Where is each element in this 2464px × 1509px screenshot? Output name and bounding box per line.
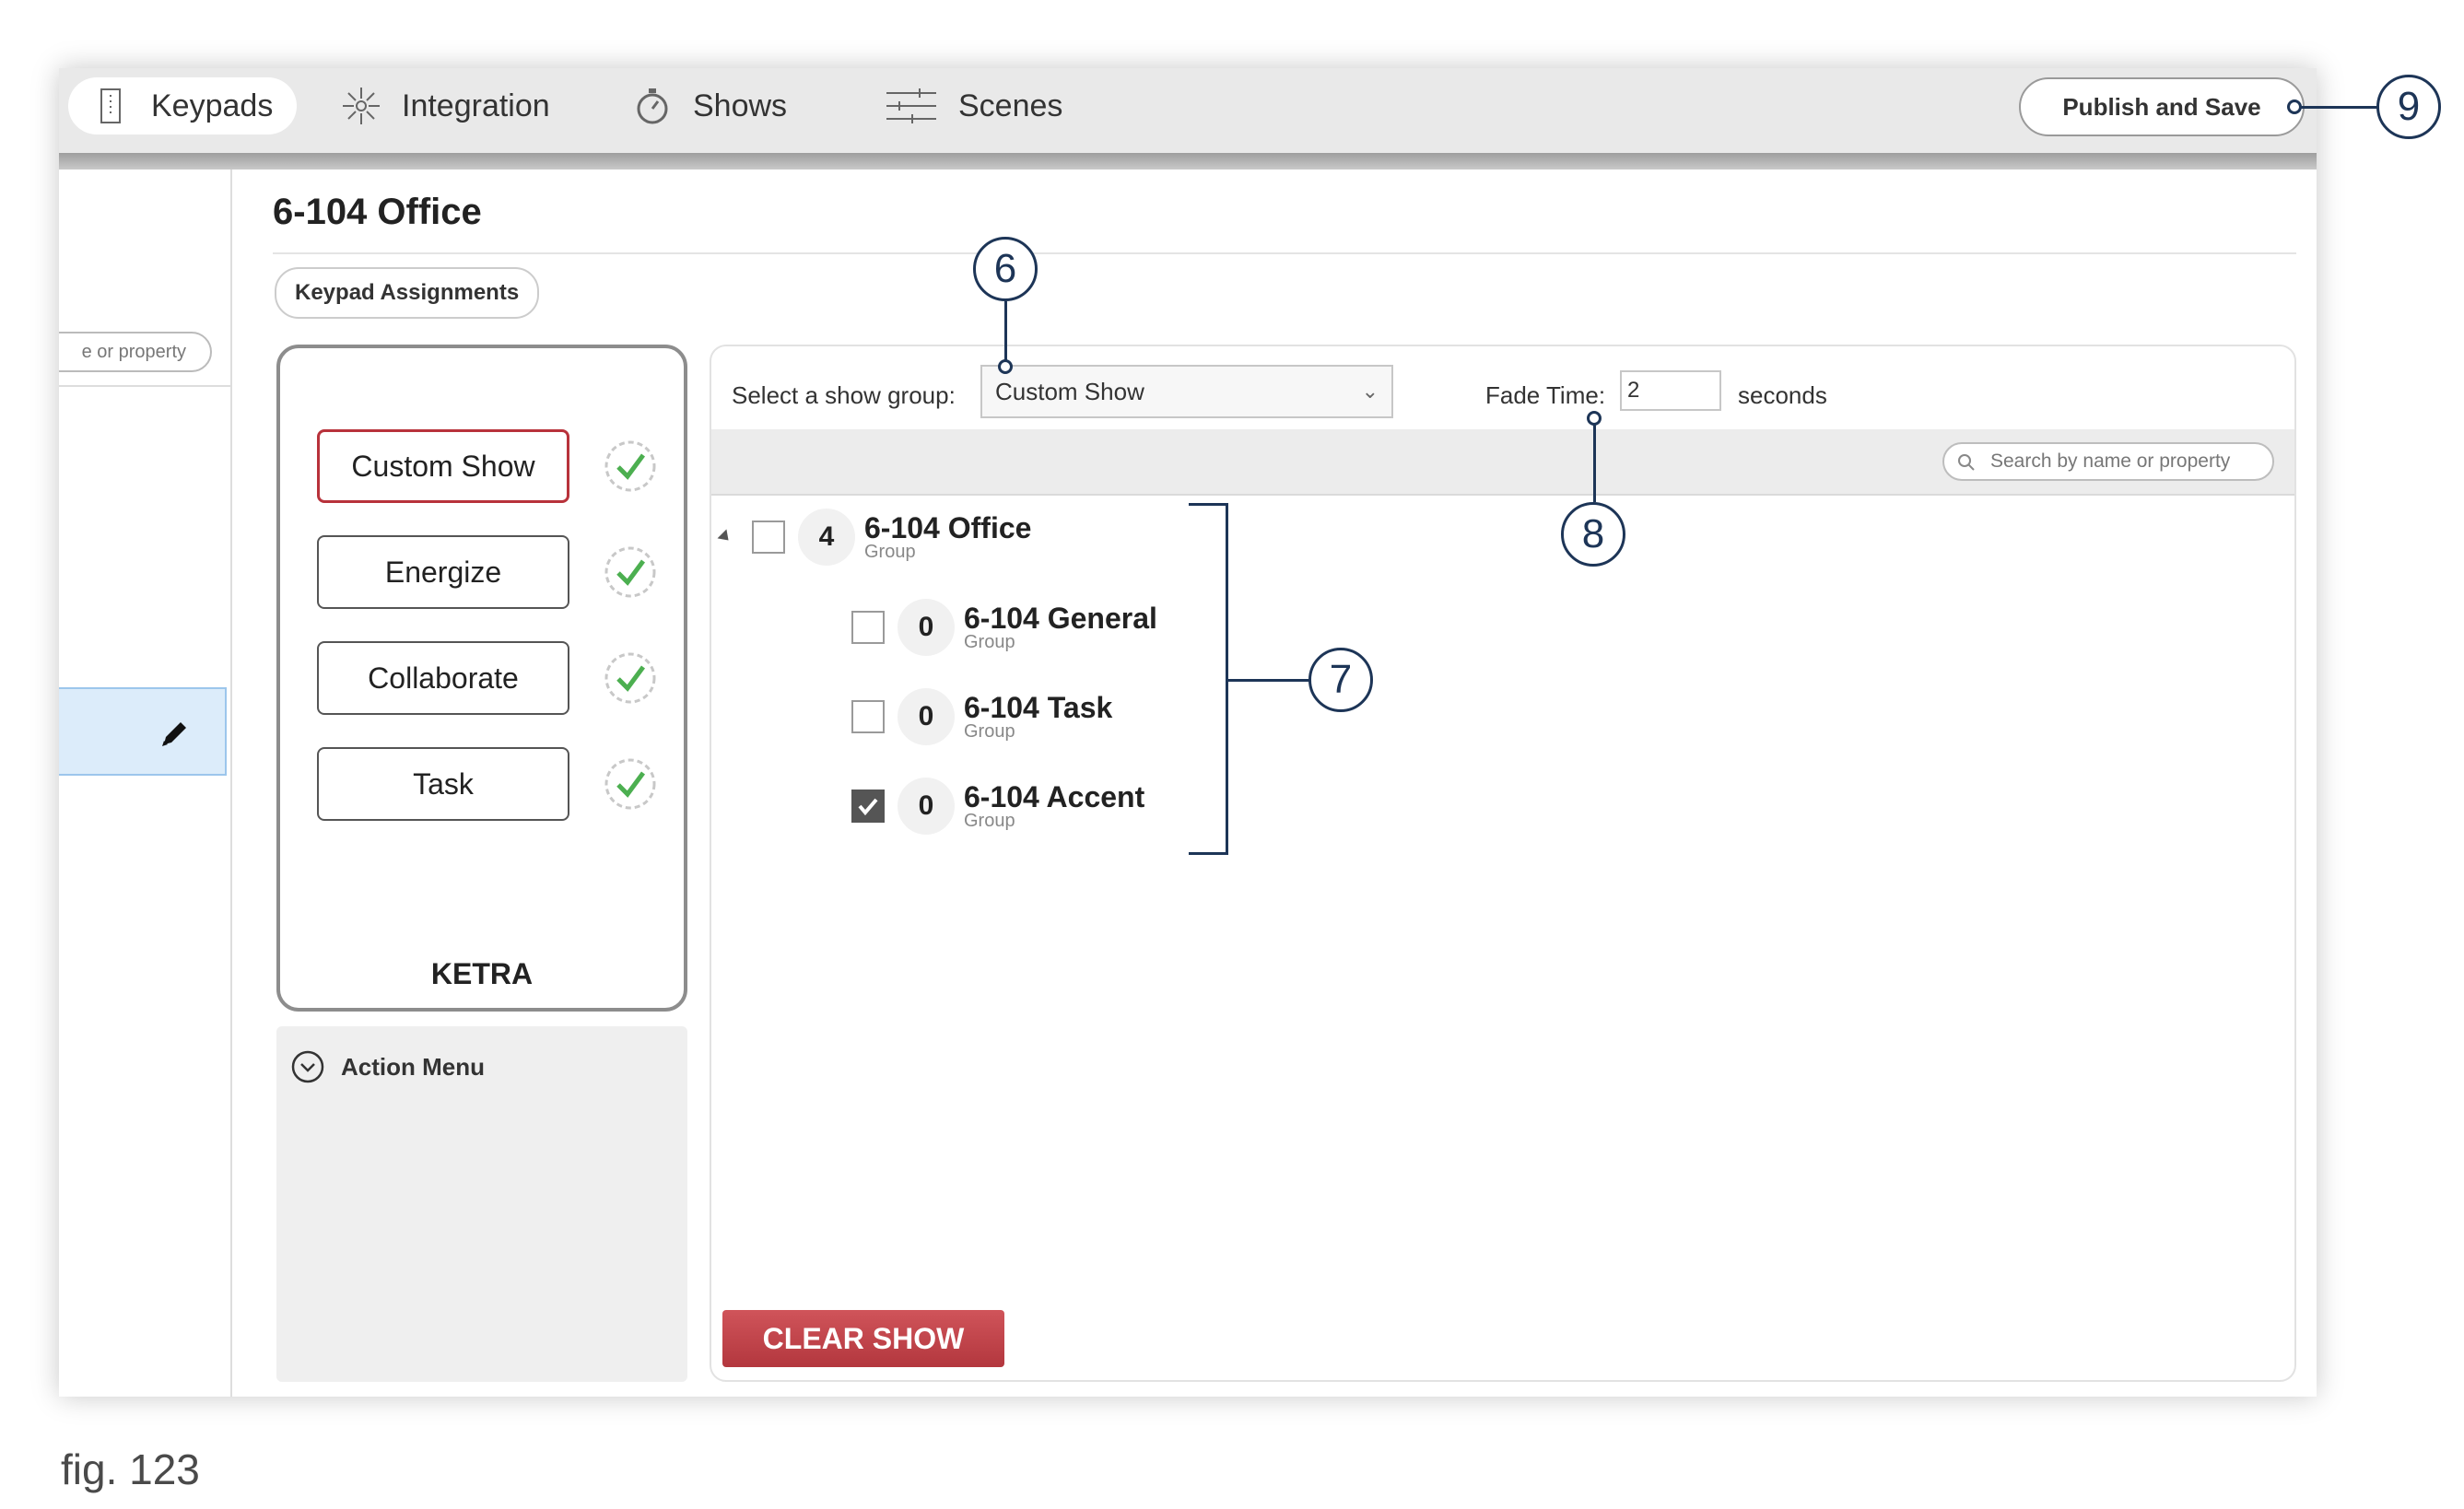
tree-row-accent[interactable]: 0 6-104 Accent Group: [851, 778, 1144, 835]
tab-shows[interactable]: Shows: [632, 77, 787, 135]
left-sidebar: e or property: [59, 170, 232, 1397]
show-group-select[interactable]: Custom Show ⌄: [980, 365, 1393, 418]
show-editor-panel: Select a show group: Custom Show ⌄ Fade …: [710, 345, 2296, 1382]
action-panel: Action Menu: [276, 1026, 687, 1382]
callout-6-anchor: [998, 359, 1013, 374]
tab-keypads[interactable]: Keypads: [68, 77, 298, 135]
tab-shows-label: Shows: [693, 88, 788, 123]
sidebar-divider: [59, 385, 230, 387]
fade-time-label: Fade Time:: [1485, 381, 1606, 409]
group-name: 6-104 Task: [964, 691, 1113, 724]
keypad-assignments-button[interactable]: Keypad Assignments: [275, 267, 540, 319]
figure-caption: fig. 123: [61, 1445, 200, 1493]
keypad-button-energize[interactable]: Energize: [317, 535, 569, 609]
checkmark-icon: [858, 798, 878, 816]
callout-7: 7: [1308, 648, 1373, 712]
keypad-button-collaborate[interactable]: Collaborate: [317, 641, 569, 715]
chevron-down-circle-icon: [291, 1050, 324, 1083]
page-title: 6-104 Office: [273, 192, 482, 232]
callout-7-bracket-bottom: [1189, 852, 1227, 855]
check-circle-icon: [604, 440, 656, 492]
callout-8: 8: [1561, 502, 1625, 567]
group-name: 6-104 General: [964, 602, 1157, 635]
callout-6: 6: [973, 237, 1038, 301]
search-placeholder: Search by name or property: [1990, 450, 2231, 472]
tab-integration-label: Integration: [402, 88, 550, 123]
search-toolbar: Search by name or property: [711, 429, 2294, 496]
group-name: 6-104 Accent: [964, 780, 1145, 813]
publish-and-save-button[interactable]: Publish and Save: [2019, 77, 2305, 136]
top-navigation: Keypads Integration Shows Scenes Publish…: [59, 68, 2317, 153]
show-group-value: Custom Show: [995, 377, 1144, 405]
check-circle-icon: [604, 652, 656, 704]
callout-7-leader: [1226, 679, 1310, 682]
group-search-input[interactable]: Search by name or property: [1942, 442, 2274, 481]
check-circle-icon: [604, 546, 656, 598]
callout-9: 9: [2376, 75, 2441, 139]
sidebar-selected-item[interactable]: [59, 687, 227, 776]
sliders-icon: [886, 88, 936, 123]
callout-7-bracket-top: [1189, 503, 1227, 506]
tree-row-task[interactable]: 0 6-104 Task Group: [851, 688, 1112, 745]
callout-9-leader: [2301, 106, 2378, 109]
expand-triangle-icon[interactable]: [717, 529, 733, 545]
group-checkbox-checked[interactable]: [851, 790, 885, 823]
keypad-button-custom-show[interactable]: Custom Show: [317, 429, 569, 503]
tab-scenes[interactable]: Scenes: [885, 77, 1062, 135]
callout-6-leader: [1004, 301, 1007, 366]
group-count-badge: 0: [898, 688, 955, 745]
group-type: Group: [964, 811, 1015, 831]
group-type: Group: [864, 542, 916, 562]
app-window: Keypads Integration Shows Scenes Publish…: [59, 68, 2317, 1397]
tab-keypads-label: Keypads: [151, 88, 274, 123]
keypad-preview: Custom Show Energize Collaborate Task KE…: [276, 345, 687, 1012]
group-type: Group: [964, 721, 1015, 742]
title-divider: [273, 252, 2296, 254]
clear-show-button[interactable]: CLEAR SHOW: [722, 1310, 1004, 1367]
group-count-badge: 0: [898, 599, 955, 656]
keypad-icon: [100, 88, 121, 123]
group-checkbox[interactable]: [851, 700, 885, 733]
integration-icon: [343, 88, 380, 124]
tree-row-general[interactable]: 0 6-104 General Group: [851, 599, 1157, 656]
fade-time-input[interactable]: [1620, 370, 1721, 411]
check-circle-icon: [604, 758, 656, 810]
group-name: 6-104 Office: [864, 511, 1032, 544]
keypad-brand-label: KETRA: [430, 957, 534, 990]
group-count-badge: 4: [798, 509, 855, 566]
stopwatch-icon: [637, 88, 668, 124]
pencil-icon[interactable]: [158, 717, 192, 750]
group-checkbox[interactable]: [851, 611, 885, 644]
action-menu-toggle[interactable]: Action Menu: [291, 1050, 485, 1083]
group-count-badge: 0: [898, 778, 955, 835]
fade-time-unit: seconds: [1738, 381, 1827, 409]
tree-row-parent[interactable]: 4 6-104 Office Group: [717, 509, 1032, 566]
keypad-button-task[interactable]: Task: [317, 747, 569, 821]
group-type: Group: [964, 632, 1015, 652]
callout-8-leader: [1593, 424, 1596, 502]
sidebar-search-input[interactable]: e or property: [59, 332, 212, 372]
callout-9-anchor: [2287, 99, 2302, 114]
action-menu-label: Action Menu: [341, 1052, 485, 1081]
group-checkbox[interactable]: [752, 521, 785, 554]
toolbar-divider: [59, 153, 2317, 170]
search-icon: [1958, 454, 1975, 471]
chevron-down-icon: ⌄: [1361, 380, 1379, 403]
tab-scenes-label: Scenes: [958, 88, 1063, 123]
show-group-label: Select a show group:: [732, 381, 956, 409]
tab-integration[interactable]: Integration: [341, 77, 550, 135]
